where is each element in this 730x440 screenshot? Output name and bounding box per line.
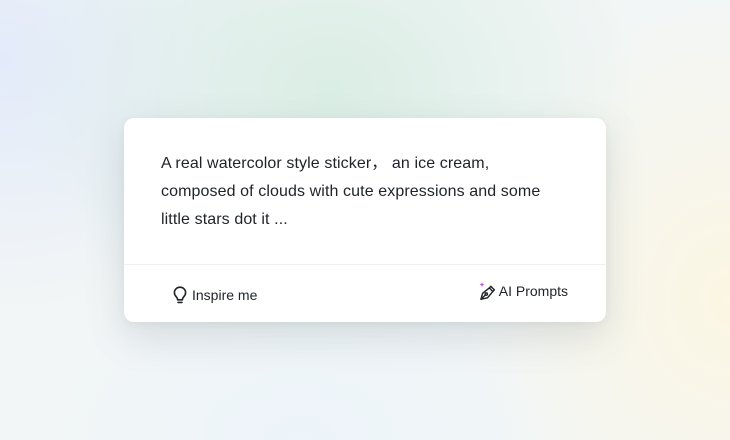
prompt-card: A real watercolor style sticker， an ice …	[124, 118, 606, 322]
inspire-me-label: Inspire me	[192, 287, 258, 303]
prompt-textarea[interactable]: A real watercolor style sticker， an ice …	[161, 150, 581, 234]
prompt-line-1: A real watercolor style sticker， an ice …	[161, 155, 490, 172]
ai-prompts-label: AI Prompts	[498, 283, 568, 299]
prompt-line-2: composed of clouds with cute expressions…	[161, 183, 541, 200]
card-footer: Inspire me AI Prompts	[124, 265, 606, 322]
prompt-line-3: little stars dot it ...	[161, 211, 288, 228]
ai-prompts-button[interactable]: AI Prompts	[478, 281, 568, 301]
pen-sparkle-icon	[478, 281, 496, 301]
lightbulb-icon	[171, 285, 189, 305]
inspire-me-button[interactable]: Inspire me	[171, 285, 257, 305]
